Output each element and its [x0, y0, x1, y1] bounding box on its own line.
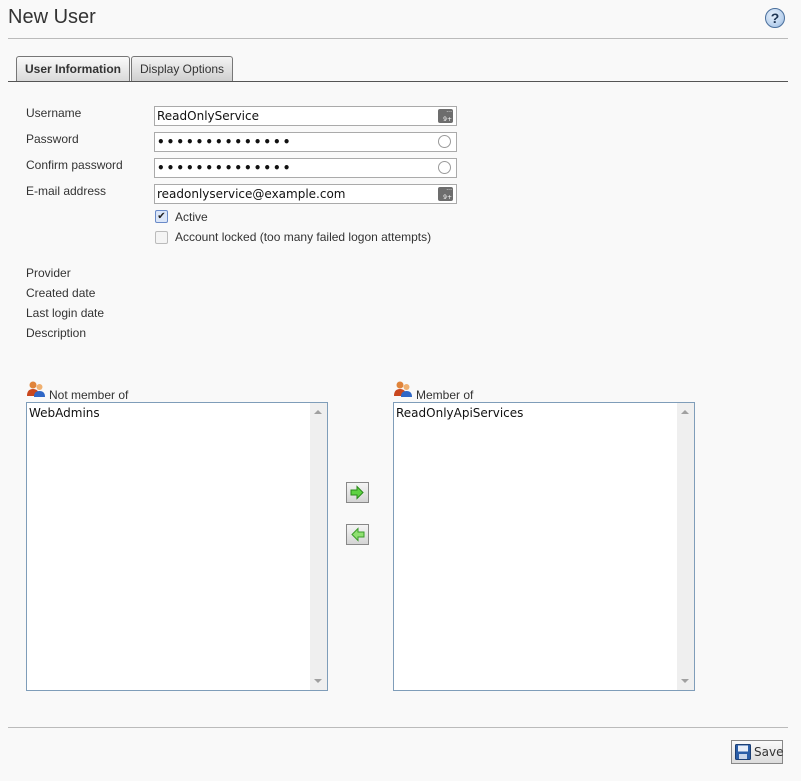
divider [8, 727, 788, 728]
tab-divider [8, 81, 788, 82]
password-reveal-icon[interactable] [438, 135, 453, 149]
confirm-password-value: •••••••••••••• [157, 161, 293, 175]
list-item[interactable]: ReadOnlyApiServices [396, 406, 523, 420]
active-checkbox[interactable]: ✔ [155, 210, 168, 223]
scroll-down-icon[interactable] [681, 679, 689, 683]
last-login-date-label: Last login date [26, 306, 105, 320]
remove-from-group-button[interactable] [346, 524, 369, 545]
not-member-of-label: Not member of [49, 388, 129, 402]
save-label: Save [754, 745, 784, 759]
save-button[interactable]: Save [731, 740, 783, 764]
not-member-of-list[interactable]: WebAdmins [26, 402, 328, 691]
account-locked-label: Account locked (too many failed logon at… [175, 230, 432, 244]
add-to-group-button[interactable] [346, 482, 369, 503]
list-item[interactable]: WebAdmins [29, 406, 100, 420]
divider [8, 38, 788, 39]
active-label: Active [175, 210, 208, 224]
provider-label: Provider [26, 266, 71, 280]
username-field[interactable]: ReadOnlyService ··· 9+ [154, 106, 457, 126]
help-icon[interactable]: ? [765, 8, 785, 28]
scroll-down-icon[interactable] [314, 679, 322, 683]
email-label: E-mail address [26, 184, 107, 198]
tab-display-options[interactable]: Display Options [131, 56, 234, 81]
description-label: Description [26, 326, 87, 340]
confirm-password-field[interactable]: •••••••••••••• [154, 158, 457, 178]
email-field[interactable]: readonlyservice@example.com ··· 9+ [154, 184, 457, 204]
tab-user-information[interactable]: User Information [16, 56, 131, 82]
password-label: Password [26, 132, 79, 146]
username-value: ReadOnlyService [157, 109, 259, 123]
scrollbar[interactable] [310, 403, 327, 690]
page-title: New User [8, 6, 96, 28]
created-date-label: Created date [26, 286, 96, 300]
username-label: Username [26, 106, 82, 120]
member-of-list[interactable]: ReadOnlyApiServices [393, 402, 695, 691]
group-icon [27, 381, 45, 397]
keypad-icon[interactable]: ··· 9+ [438, 109, 453, 123]
arrow-right-icon [350, 485, 364, 500]
password-value: •••••••••••••• [157, 135, 293, 149]
keypad-icon[interactable]: ··· 9+ [438, 187, 453, 201]
group-icon [394, 381, 412, 397]
password-field[interactable]: •••••••••••••• [154, 132, 457, 152]
arrow-left-icon [351, 527, 365, 542]
scroll-up-icon[interactable] [314, 410, 322, 414]
scrollbar[interactable] [677, 403, 694, 690]
email-value: readonlyservice@example.com [157, 187, 346, 201]
confirm-password-label: Confirm password [26, 158, 123, 172]
password-reveal-icon[interactable] [438, 161, 453, 175]
scroll-up-icon[interactable] [681, 410, 689, 414]
member-of-label: Member of [416, 388, 474, 402]
floppy-disk-icon [735, 744, 751, 760]
account-locked-checkbox[interactable] [155, 231, 168, 244]
